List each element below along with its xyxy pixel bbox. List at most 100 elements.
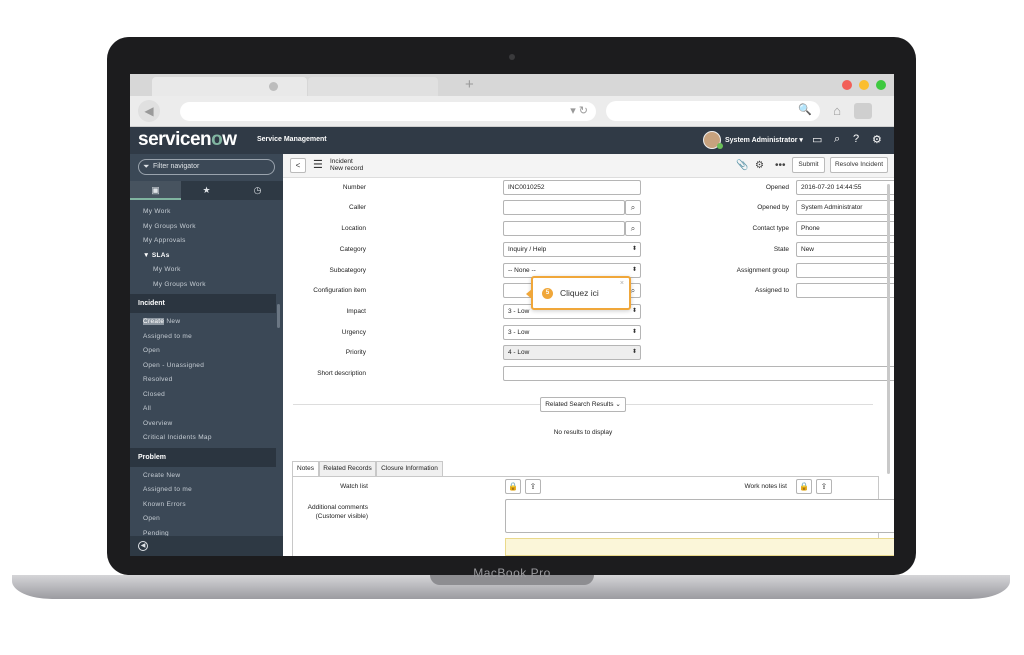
category-select[interactable]: Inquiry / Help ⬍ — [503, 242, 641, 257]
gear-icon[interactable]: ⚙ — [872, 133, 882, 146]
reload-icon[interactable]: ▾ ↻ — [570, 104, 588, 117]
work-notes-textarea[interactable] — [505, 538, 894, 556]
submit-button[interactable]: Submit — [792, 157, 825, 173]
tab-closure-information[interactable]: Closure Information — [376, 461, 443, 476]
sidebar-item-open[interactable]: Open — [130, 344, 276, 359]
no-results-text: No results to display — [553, 429, 613, 436]
opened-field[interactable]: 2016-07-20 14:44:55 — [796, 180, 894, 195]
tab-close-icon[interactable] — [269, 82, 278, 91]
main-scrollbar[interactable] — [887, 184, 890, 474]
select-arrows-icon: ⬍ — [631, 267, 637, 273]
sidebar-item-assigned-to-me[interactable]: Assigned to me — [130, 330, 276, 345]
close-icon[interactable]: × — [620, 280, 624, 287]
urgency-label: Urgency — [341, 329, 366, 336]
all-apps-icon[interactable]: ▣ — [130, 181, 181, 200]
favorites-star-icon[interactable]: ★ — [181, 181, 232, 200]
watch-list-lock-icon[interactable]: 🔒 — [505, 479, 521, 494]
attachment-icon[interactable]: 📎 — [736, 160, 748, 171]
sidebar-section-problem[interactable]: Problem — [130, 447, 276, 467]
opened-by-label: Opened by — [757, 204, 789, 211]
short-description-label: Short description — [317, 370, 366, 377]
number-label: Number — [342, 184, 366, 191]
window-minimize-icon[interactable] — [859, 80, 869, 90]
browser-tab[interactable] — [308, 77, 438, 96]
filter-navigator-input[interactable]: ⏷ Filter navigator — [138, 159, 275, 175]
caller-field[interactable] — [503, 200, 625, 215]
short-description-field[interactable] — [503, 366, 894, 381]
help-icon[interactable]: ? — [853, 133, 859, 145]
collapse-sidebar-icon[interactable]: ◀ — [138, 541, 148, 551]
sidebar-item-overview[interactable]: Overview — [130, 417, 276, 432]
location-field[interactable] — [503, 221, 625, 236]
urgency-select[interactable]: 3 - Low ⬍ — [503, 325, 641, 340]
sidebar-item-my-work[interactable]: My Work — [130, 205, 276, 220]
work-notes-add-user-icon[interactable]: ⇪ — [816, 479, 832, 494]
priority-select: 4 - Low ⬍ — [503, 345, 641, 360]
sidebar-item-open-unassigned[interactable]: Open - Unassigned — [130, 359, 276, 374]
servicenow-logo[interactable]: servicenow — [138, 129, 237, 151]
assignment-group-field[interactable] — [796, 263, 894, 278]
sidebar-item-problem-open[interactable]: Open — [130, 512, 276, 527]
extension-icon[interactable] — [854, 103, 872, 119]
tour-step-number: 5 — [542, 288, 553, 299]
chat-icon[interactable]: ▭ — [812, 133, 822, 146]
settings-gear-icon[interactable]: ⚙ — [755, 160, 764, 171]
sidebar-item-problem-create-new[interactable]: Create New — [130, 469, 276, 484]
window-close-icon[interactable] — [842, 80, 852, 90]
guided-tour-tooltip[interactable]: 5 Cliquez ici × — [526, 276, 631, 310]
sidebar-item-problem-assigned-to-me[interactable]: Assigned to me — [130, 483, 276, 498]
select-arrows-icon: ⬍ — [631, 349, 637, 355]
sidebar-item-sla-my-work[interactable]: My Work — [130, 263, 276, 278]
location-lookup-search-icon[interactable]: ⌕ — [625, 221, 641, 236]
new-tab-icon[interactable]: + — [465, 76, 474, 93]
window-maximize-icon[interactable] — [876, 80, 886, 90]
caller-label: Caller — [349, 204, 366, 211]
more-options-icon[interactable]: ••• — [775, 160, 786, 171]
url-bar[interactable]: ▾ ↻ — [180, 102, 596, 121]
nav-list: My Work My Groups Work My Approvals ▼ SL… — [130, 205, 276, 541]
status-badge — [717, 143, 723, 149]
filter-icon: ⏷ — [143, 162, 150, 171]
sidebar-item-resolved[interactable]: Resolved — [130, 373, 276, 388]
contact-type-select[interactable]: Phone⬍ — [796, 221, 894, 236]
browser-search-input[interactable]: 🔍 — [606, 101, 820, 121]
browser-tab-active[interactable] — [152, 77, 307, 96]
back-button[interactable]: < — [290, 158, 306, 173]
sidebar-item-all[interactable]: All — [130, 402, 276, 417]
state-select[interactable]: New⬍ — [796, 242, 894, 257]
sidebar-item-my-groups-work[interactable]: My Groups Work — [130, 220, 276, 235]
assigned-to-field[interactable] — [796, 283, 894, 298]
tab-notes[interactable]: Notes — [292, 461, 319, 476]
additional-comments-textarea[interactable] — [505, 499, 894, 533]
location-label: Location — [341, 225, 366, 232]
search-icon[interactable]: ⌕ — [834, 133, 840, 146]
sidebar-item-create-new[interactable]: Create New — [130, 315, 276, 330]
user-menu[interactable]: System Administrator ▾ — [725, 136, 803, 144]
select-arrows-icon: ⬍ — [631, 246, 637, 252]
browser-back-icon[interactable]: ◀ — [138, 100, 160, 122]
category-label: Category — [339, 246, 366, 253]
sidebar-item-sla-my-groups-work[interactable]: My Groups Work — [130, 278, 276, 293]
watch-list-add-user-icon[interactable]: ⇪ — [525, 479, 541, 494]
resolve-incident-button[interactable]: Resolve Incident — [830, 157, 888, 173]
work-notes-lock-icon[interactable]: 🔒 — [796, 479, 812, 494]
tab-related-records[interactable]: Related Records — [319, 461, 376, 476]
sidebar-item-critical-incidents-map[interactable]: Critical Incidents Map — [130, 431, 276, 446]
context-menu-icon[interactable]: ☰ — [313, 160, 323, 171]
sidebar-item-my-approvals[interactable]: My Approvals — [130, 234, 276, 249]
browser-navbar: ◀ ▾ ↻ 🔍 ⌂ — [130, 96, 894, 127]
watch-list-label: Watch list — [340, 483, 368, 490]
tooltip-pointer — [526, 289, 532, 299]
priority-label: Priority — [345, 349, 366, 356]
sidebar-item-known-errors[interactable]: Known Errors — [130, 498, 276, 513]
home-icon[interactable]: ⌂ — [827, 101, 847, 121]
sidebar-item-closed[interactable]: Closed — [130, 388, 276, 403]
number-field[interactable]: INC0010252 — [503, 180, 641, 195]
record-title: Incident New record — [330, 158, 364, 172]
sidebar-section-incident[interactable]: Incident — [130, 294, 276, 313]
search-icon: 🔍 — [798, 104, 812, 116]
related-search-results-button[interactable]: Related Search Results ⌄ — [540, 397, 626, 412]
caller-lookup-search-icon[interactable]: ⌕ — [625, 200, 641, 215]
sidebar-item-slas[interactable]: ▼ SLAs — [130, 249, 276, 264]
opened-by-field[interactable]: System Administrator — [796, 200, 894, 215]
